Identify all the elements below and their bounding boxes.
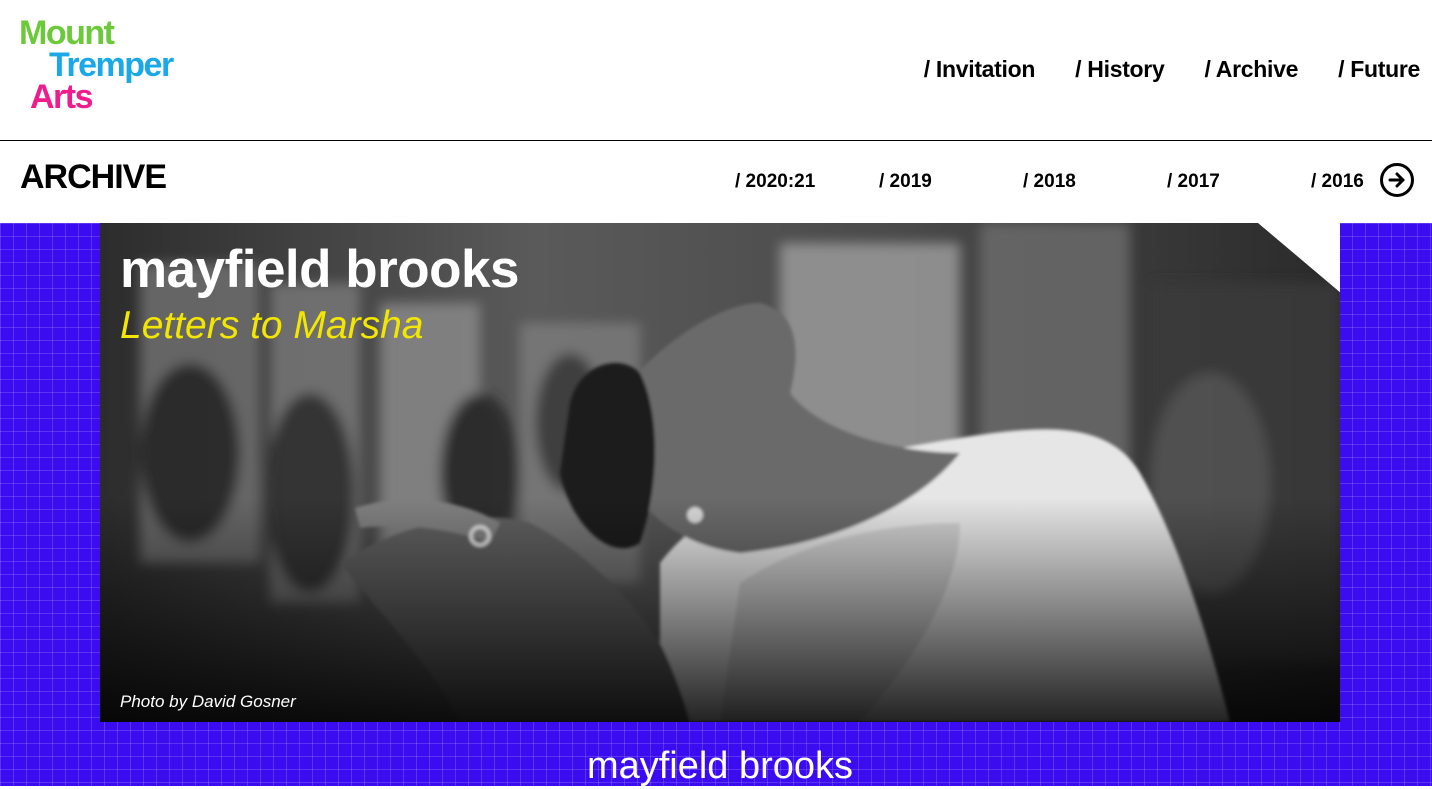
hero-work-title: Letters to Marsha [120,304,424,347]
active-tab-notch [1258,223,1340,293]
year-2020-21[interactable]: / 2020:21 [735,171,879,193]
nav-history[interactable]: / History [1075,56,1165,83]
year-2019[interactable]: / 2019 [879,171,1023,193]
year-2016[interactable]: / 2016 [1311,171,1368,193]
logo-line-arts: Arts [30,78,94,116]
nav-invitation[interactable]: / Invitation [924,56,1036,83]
logo[interactable]: Mount Tremper Arts [19,14,174,116]
site-header: Mount Tremper Arts / Invitation / Histor… [0,0,1432,141]
hero-stage: mayfield brooks Letters to Marsha Photo … [0,223,1432,787]
main-nav: / Invitation / History / Archive / Futur… [924,56,1421,83]
archive-title: ARCHIVE [20,158,167,196]
year-track: / 2020:21 / 2019 / 2018 / 2017 / 2016 [735,171,1368,193]
year-scroller: / 2020:21 / 2019 / 2018 / 2017 / 2016 [735,171,1368,199]
year-2018[interactable]: / 2018 [1023,171,1167,193]
nav-future[interactable]: / Future [1338,56,1420,83]
logo-line-mount: Mount [19,14,115,52]
hero-photo-card[interactable]: mayfield brooks Letters to Marsha Photo … [100,223,1340,722]
arrow-right-circle-icon [1388,172,1405,188]
hero-artist-name: mayfield brooks [120,240,519,299]
year-2017[interactable]: / 2017 [1167,171,1311,193]
year-next-button[interactable] [1380,163,1414,197]
archive-bar: ARCHIVE / 2020:21 / 2019 / 2018 / 2017 /… [0,141,1432,223]
nav-archive[interactable]: / Archive [1204,56,1298,83]
section-artist-heading: mayfield brooks [586,745,854,787]
photo-credit: Photo by David Gosner [120,692,296,711]
logo-line-tremper: Tremper [49,46,174,84]
